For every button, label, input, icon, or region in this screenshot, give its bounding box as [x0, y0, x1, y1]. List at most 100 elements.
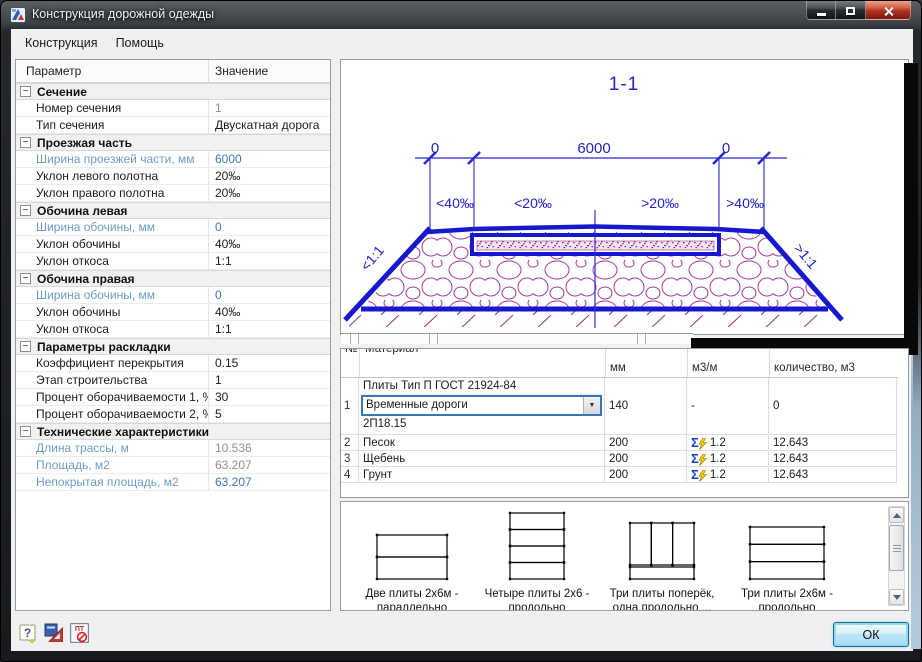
- param-section-label: Технические характеристики: [37, 425, 209, 439]
- param-value[interactable]: 0: [208, 219, 330, 235]
- param-value[interactable]: Двускатная дорога: [208, 117, 330, 133]
- param-value[interactable]: 63.207: [208, 474, 330, 490]
- material-volume-factor[interactable]: Σ1.2: [687, 467, 769, 483]
- help-icon[interactable]: ?: [19, 624, 37, 643]
- collapse-icon[interactable]: −: [20, 273, 31, 284]
- scroll-down-button[interactable]: [889, 589, 904, 605]
- param-value[interactable]: 20‰: [208, 168, 330, 184]
- material-thickness[interactable]: 200: [605, 467, 687, 483]
- param-section-label: Параметры раскладки: [37, 340, 171, 354]
- materials-header-material: Материал: [365, 349, 418, 355]
- collapse-icon[interactable]: −: [20, 426, 31, 437]
- param-row: Ширина проезжей части, мм6000: [16, 151, 330, 168]
- scrollbar-thumb[interactable]: [889, 525, 904, 571]
- param-label: Непокрытая площадь, м2: [16, 474, 208, 490]
- plate-layout-caption: Две плиты 2х6м -параллельно: [366, 587, 459, 611]
- param-label: Площадь, м2: [16, 457, 208, 473]
- param-value[interactable]: 6000: [208, 151, 330, 167]
- param-value[interactable]: 1:1: [208, 321, 330, 337]
- material-mark-label: 2П18.15: [359, 416, 604, 432]
- plate-layout-caption: Три плиты поперёк,одна продольно ...: [610, 587, 715, 611]
- param-value[interactable]: 0.15: [208, 355, 330, 371]
- layouts-scrollbar[interactable]: [888, 506, 905, 606]
- plate-layout-thumbnail: [507, 508, 567, 582]
- param-section-row[interactable]: −Технические характеристики: [16, 423, 330, 440]
- plate-layout-option[interactable]: Три плиты поперёк,одна продольно ...: [603, 508, 721, 611]
- plate-layout-option[interactable]: Четыре плиты 2х6 -продольно: [478, 508, 596, 611]
- param-label: Уклон левого полотна: [16, 168, 208, 184]
- app-icon: [10, 7, 26, 23]
- scroll-up-button[interactable]: [889, 507, 904, 523]
- window-controls: [806, 1, 911, 20]
- param-value[interactable]: 1:1: [208, 253, 330, 269]
- title-bar[interactable]: Конструкция дорожной одежды: [1, 1, 921, 29]
- param-value[interactable]: 30: [208, 389, 330, 405]
- param-header-value: Значение: [208, 60, 330, 82]
- material-cell: Плиты Тип П ГОСТ 21924-84Временные дорог…: [359, 378, 605, 435]
- param-value[interactable]: 40‰: [208, 304, 330, 320]
- collapse-icon[interactable]: −: [20, 137, 31, 148]
- collapse-icon[interactable]: −: [20, 341, 31, 352]
- param-row: Уклон откоса1:1: [16, 253, 330, 270]
- plate-layout-option[interactable]: Три плиты 2х6м -продольно: [728, 508, 846, 611]
- minimize-button[interactable]: [806, 1, 836, 20]
- material-volume-factor[interactable]: Σ1.2: [687, 451, 769, 467]
- menu-item-construction[interactable]: Конструкция: [16, 31, 107, 55]
- sum-formula: Σ1.2: [691, 452, 726, 466]
- plate-layout-thumbnail: [627, 508, 697, 582]
- chevron-down-icon[interactable]: ▼: [583, 397, 600, 414]
- param-section-row[interactable]: −Сечение: [16, 83, 330, 100]
- materials-table-header: № Материал мм м3/м количество, м3: [341, 349, 898, 378]
- set-square-icon[interactable]: [44, 623, 64, 643]
- param-label: Процент оборачиваемости 1, %: [16, 389, 208, 405]
- close-icon: [883, 6, 894, 17]
- param-value[interactable]: 1: [208, 100, 330, 116]
- param-label: Коэффициент перекрытия: [16, 355, 208, 371]
- plate-layout-thumbnail: [747, 508, 827, 582]
- collapse-icon[interactable]: −: [20, 205, 31, 216]
- param-value[interactable]: 5: [208, 406, 330, 422]
- plate-layout-list: Две плиты 2х6м -параллельно Четыре плиты …: [353, 508, 846, 611]
- param-value[interactable]: 40‰: [208, 236, 330, 252]
- material-name: Песок: [359, 435, 605, 451]
- param-value[interactable]: 10.536: [208, 440, 330, 456]
- param-section-row[interactable]: −Обочина левая: [16, 202, 330, 219]
- param-value[interactable]: 1: [208, 372, 330, 388]
- param-section-row[interactable]: −Проезжая часть: [16, 134, 330, 151]
- material-thickness[interactable]: 200: [605, 435, 687, 451]
- ok-button[interactable]: ОК: [833, 622, 909, 647]
- param-row: Уклон откоса1:1: [16, 321, 330, 338]
- material-gost-label: Плиты Тип П ГОСТ 21924-84: [359, 378, 604, 395]
- close-button[interactable]: [866, 1, 911, 20]
- material-quantity: 0: [769, 378, 897, 435]
- collapse-icon[interactable]: −: [20, 86, 31, 97]
- material-thickness[interactable]: 200: [605, 451, 687, 467]
- param-row: Ширина обочины, мм0: [16, 219, 330, 236]
- material-volume-factor[interactable]: -: [687, 378, 769, 435]
- param-row: Площадь, м263.207: [16, 457, 330, 474]
- material-quantity: 12.643: [769, 451, 897, 467]
- material-volume-factor[interactable]: Σ1.2: [687, 435, 769, 451]
- menu-bar: Конструкция Помощь: [11, 29, 913, 57]
- param-section-row[interactable]: −Параметры раскладки: [16, 338, 330, 355]
- material-row-number: 2: [341, 435, 359, 451]
- param-section-label: Обочина правая: [37, 272, 135, 286]
- param-section-row[interactable]: −Обочина правая: [16, 270, 330, 287]
- param-value[interactable]: 20‰: [208, 185, 330, 201]
- param-table-body: −СечениеНомер сечения1Тип сеченияДвускат…: [16, 83, 330, 491]
- menu-item-help[interactable]: Помощь: [107, 31, 173, 55]
- param-value[interactable]: 63.207: [208, 457, 330, 473]
- lightning-icon: [698, 454, 707, 466]
- no-pavement-icon[interactable]: ПТ: [70, 623, 89, 643]
- maximize-button[interactable]: [836, 1, 866, 20]
- param-label: Тип сечения: [16, 117, 208, 133]
- materials-header-mm: мм: [610, 362, 626, 374]
- material-combobox[interactable]: Временные дороги▼: [361, 395, 602, 416]
- material-thickness[interactable]: 140: [605, 378, 687, 435]
- param-label: Уклон откоса: [16, 321, 208, 337]
- material-quantity: 12.643: [769, 435, 897, 451]
- param-row: Уклон правого полотна20‰: [16, 185, 330, 202]
- param-value[interactable]: 0: [208, 287, 330, 303]
- plate-layout-option[interactable]: Две плиты 2х6м -параллельно: [353, 508, 471, 611]
- material-row-number: 4: [341, 467, 359, 483]
